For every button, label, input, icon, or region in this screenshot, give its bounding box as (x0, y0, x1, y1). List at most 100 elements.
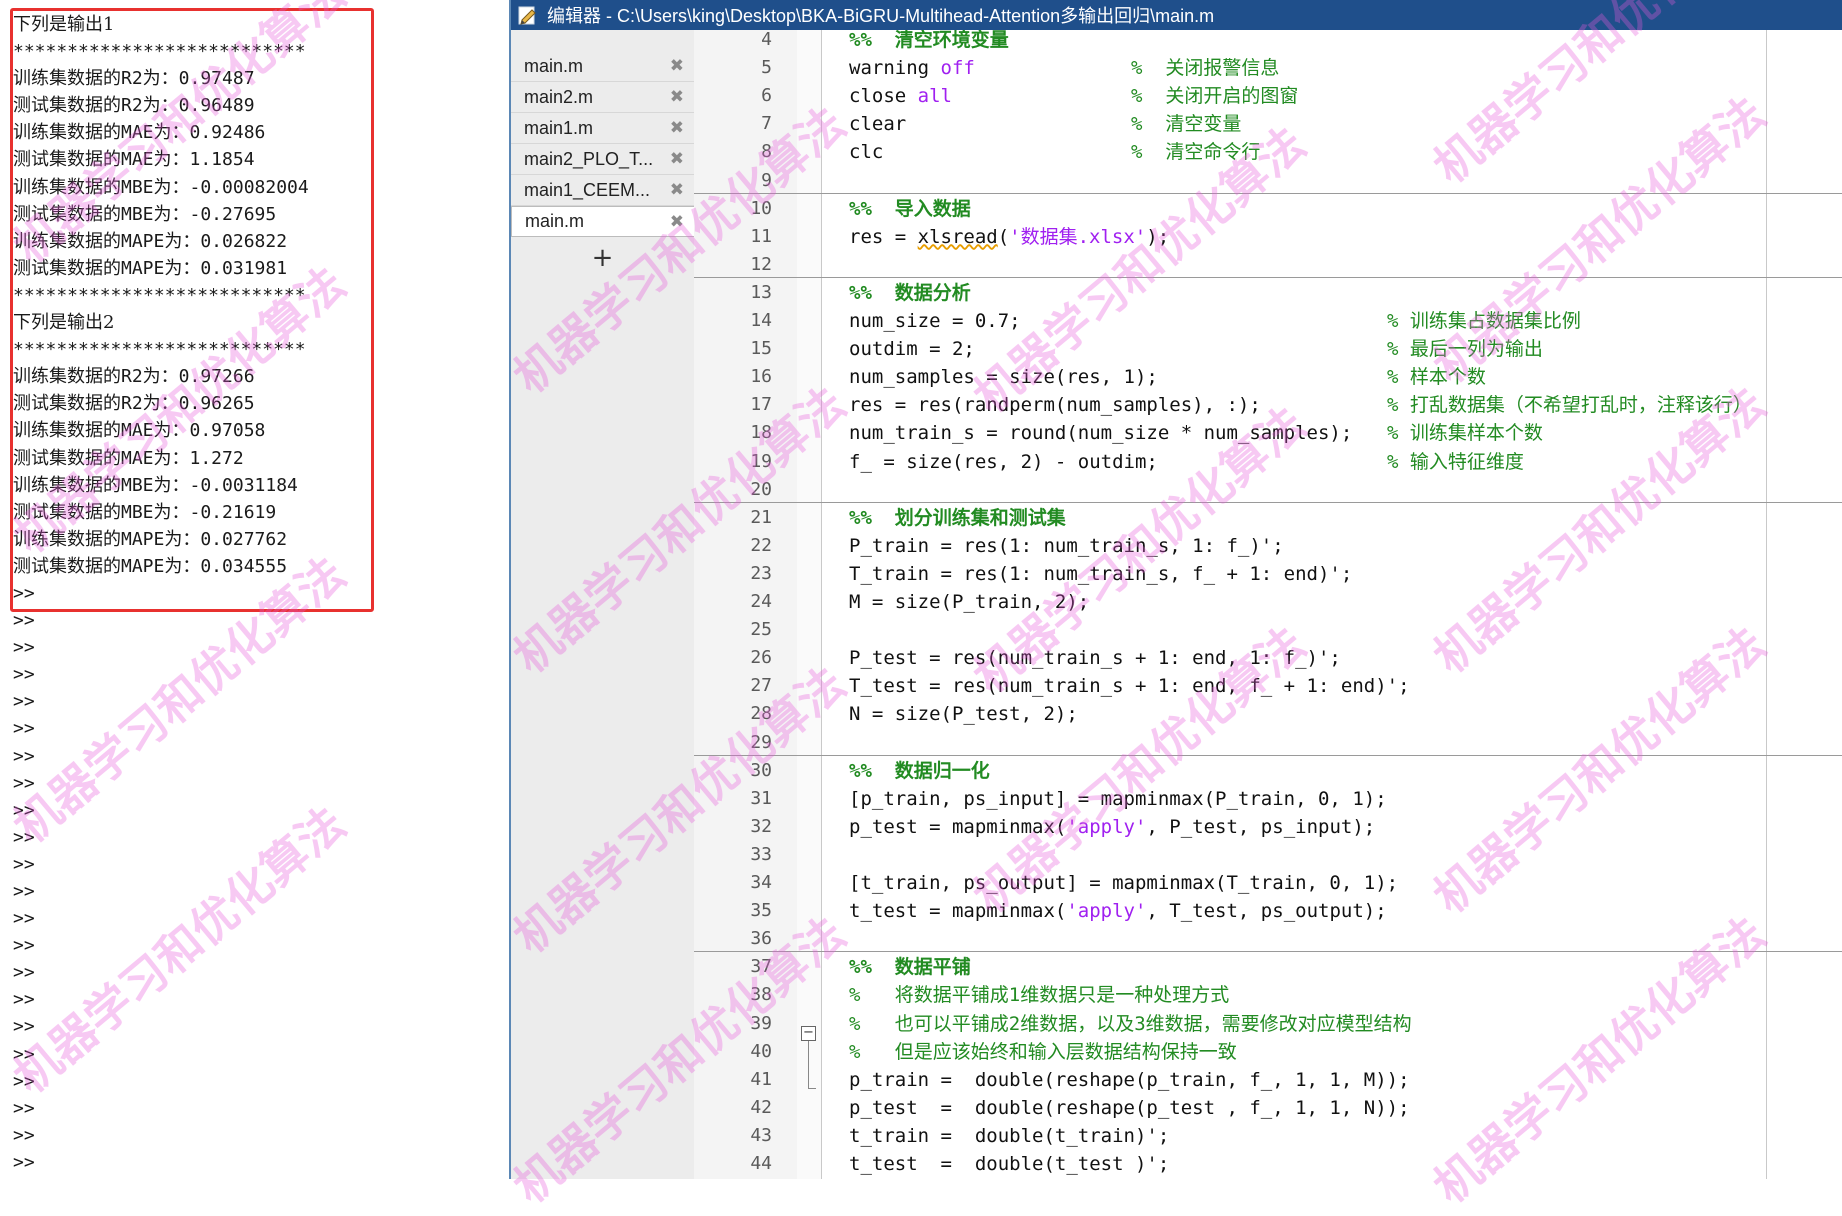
file-tab[interactable]: main1.m ✖ (511, 113, 694, 144)
code-line[interactable]: 40 % 但是应该始终和输入层数据结构保持一致 (694, 1038, 1842, 1066)
line-number: 6 (761, 85, 772, 107)
code-line[interactable]: 32 p_test = mapminmax('apply', P_test, ps… (694, 813, 1842, 841)
command-prompt: >> (13, 718, 35, 740)
file-tab[interactable]: main2.m ✖ (511, 82, 694, 113)
code-line[interactable]: 26 P_test = res(num_train_s + 1: end, 1: … (694, 644, 1842, 672)
code-line[interactable]: 31 [p_train, ps_input] = mapminmax(P_trai… (694, 785, 1842, 813)
code-line[interactable]: 13 %% 数据分析 (694, 279, 1842, 307)
code-text: [t_train, ps_output] = mapminmax(T_train… (849, 872, 1399, 894)
add-tab-button[interactable]: + (588, 243, 618, 273)
code-line[interactable]: 19 f_ = size(res, 2) - outdim; % 输入特征维度 (694, 448, 1842, 476)
code-line[interactable]: 27 T_test = res(num_train_s + 1: end, f_ … (694, 672, 1842, 700)
code-text: [p_train, ps_input] = mapminmax(P_train,… (849, 787, 1387, 810)
code-text: t_test = mapminmax('apply', T_test, ps_o… (849, 900, 1387, 923)
command-prompt: >> (13, 1043, 35, 1065)
command-prompt: >> (13, 691, 35, 713)
fold-collapse-icon[interactable]: − (801, 1026, 816, 1041)
line-number: 18 (750, 422, 772, 444)
code-line[interactable]: 4 %% 清空环境变量 (694, 30, 1842, 54)
code-line[interactable]: 15 outdim = 2; % 最后一列为输出 (694, 335, 1842, 363)
section-header: %% 数据平铺 (849, 956, 971, 979)
code-line[interactable]: 36 (694, 925, 1842, 953)
code-line[interactable]: 17 res = res(randperm(num_samples), :); % … (694, 391, 1842, 419)
inline-comment: % 清空命令行 (1131, 141, 1261, 164)
close-tab-icon[interactable]: ✖ (670, 149, 684, 169)
code-line[interactable]: 20 (694, 476, 1842, 504)
file-tab[interactable]: main1_CEEM... ✖ (511, 175, 694, 206)
code-line[interactable]: 37 %% 数据平铺 (694, 953, 1842, 981)
close-tab-icon[interactable]: ✖ (670, 56, 684, 76)
command-prompt: >> (13, 1016, 35, 1038)
line-number: 40 (750, 1040, 772, 1062)
file-tab[interactable]: main.m ✖ (511, 51, 694, 82)
code-line[interactable]: 7 clear % 清空变量 (694, 110, 1842, 138)
line-number: 30 (750, 759, 772, 781)
code-line[interactable]: 35 t_test = mapminmax('apply', T_test, ps… (694, 897, 1842, 925)
code-line[interactable]: 41 p_train = double(reshape(p_train, f_, … (694, 1066, 1842, 1094)
close-tab-icon[interactable]: ✖ (670, 212, 684, 232)
code-line[interactable]: 29 (694, 729, 1842, 757)
line-number: 34 (750, 872, 772, 893)
code-line[interactable]: 24 M = size(P_train, 2); (694, 588, 1842, 616)
code-line[interactable]: 16 num_samples = size(res, 1); % 样本个数 (694, 363, 1842, 391)
code-line[interactable]: 28 N = size(P_test, 2); (694, 700, 1842, 728)
close-tab-icon[interactable]: ✖ (670, 87, 684, 107)
code-line[interactable]: 11 res = xlsread('数据集.xlsx'); (694, 223, 1842, 251)
code-text: p_test = mapminmax('apply', P_test, ps_i… (849, 815, 1376, 838)
code-line[interactable]: 42 p_test = double(reshape(p_test , f_, 1… (694, 1094, 1842, 1122)
line-number: 32 (750, 815, 772, 837)
section-header: %% 清空环境变量 (849, 30, 1009, 51)
code-text: N = size(P_test, 2); (849, 703, 1078, 726)
command-window[interactable]: 下列是输出1 *************************** 训练集数据的R… (0, 0, 509, 1179)
line-number: 24 (750, 591, 772, 612)
code-line[interactable]: 8 clc % 清空命令行 (694, 138, 1842, 166)
line-number: 27 (750, 675, 772, 697)
code-line[interactable]: 43 t_train = double(t_train)'; (694, 1122, 1842, 1150)
line-number: 4 (761, 30, 772, 50)
file-tab[interactable]: main2_PLO_T... ✖ (511, 144, 694, 175)
code-line[interactable]: 12 (694, 251, 1842, 279)
code-text: close all (849, 85, 952, 108)
code-line[interactable]: 18 num_train_s = round(num_size * num_sam… (694, 419, 1842, 447)
section-header: %% 数据归一化 (849, 759, 990, 782)
code-line[interactable]: 38 % 将数据平铺成1维数据只是一种处理方式 (694, 981, 1842, 1009)
close-tab-icon[interactable]: ✖ (670, 118, 684, 138)
command-prompt: >> (13, 881, 35, 902)
code-line[interactable]: 39 % 也可以平铺成2维数据，以及3维数据，需要修改对应模型结构 (694, 1010, 1842, 1038)
code-line[interactable]: 30 %% 数据归一化 (694, 757, 1842, 785)
code-line[interactable]: 34 [t_train, ps_output] = mapminmax(T_tra… (694, 869, 1842, 897)
section-header: %% 划分训练集和测试集 (849, 506, 1066, 529)
code-comment: % 也可以平铺成2维数据，以及3维数据，需要修改对应模型结构 (849, 1012, 1412, 1035)
code-line[interactable]: 21 %% 划分训练集和测试集 (694, 504, 1842, 532)
command-prompt: >> (13, 1151, 35, 1173)
code-area[interactable]: 4 %% 清空环境变量 5 warning off % 关闭报警信息 6 close all… (694, 30, 1842, 1179)
code-line[interactable]: 5 warning off % 关闭报警信息 (694, 54, 1842, 82)
code-text: P_test = res(num_train_s + 1: end, 1: f_… (849, 647, 1341, 670)
code-line[interactable]: 44 t_test = double(t_test )'; (694, 1150, 1842, 1178)
line-number: 29 (750, 731, 772, 753)
line-number: 11 (750, 225, 772, 247)
code-line[interactable]: 22 P_train = res(1: num_train_s, 1: f_)'; (694, 532, 1842, 560)
code-line[interactable]: 9 (694, 167, 1842, 195)
code-line[interactable]: 10 %% 导入数据 (694, 195, 1842, 223)
code-text: num_size = 0.7; (849, 310, 1021, 332)
code-line[interactable]: 6 close all % 关闭开启的图窗 (694, 82, 1842, 110)
code-text: num_train_s = round(num_size * num_sampl… (849, 422, 1353, 445)
file-tab-label: main2_PLO_T... (524, 148, 654, 169)
line-number: 31 (750, 787, 772, 809)
code-line[interactable]: 33 (694, 841, 1842, 869)
line-number: 33 (750, 843, 772, 865)
inline-comment: % 训练集样本个数 (1387, 422, 1543, 445)
results-highlight-box (10, 8, 374, 612)
command-prompt: >> (13, 772, 35, 794)
code-line[interactable]: 23 T_train = res(1: num_train_s, f_ + 1: … (694, 560, 1842, 588)
command-prompt: >> (13, 664, 35, 686)
file-tab[interactable]: main.m ✖ (511, 206, 694, 237)
file-tab-label: main.m (524, 55, 584, 76)
code-line[interactable]: 25 (694, 616, 1842, 644)
code-line[interactable]: 14 num_size = 0.7; % 训练集占数据集比例 (694, 307, 1842, 335)
close-tab-icon[interactable]: ✖ (670, 180, 684, 200)
line-number: 42 (750, 1096, 772, 1118)
line-number: 37 (750, 956, 772, 978)
code-text: t_train = double(t_train)'; (849, 1124, 1170, 1147)
